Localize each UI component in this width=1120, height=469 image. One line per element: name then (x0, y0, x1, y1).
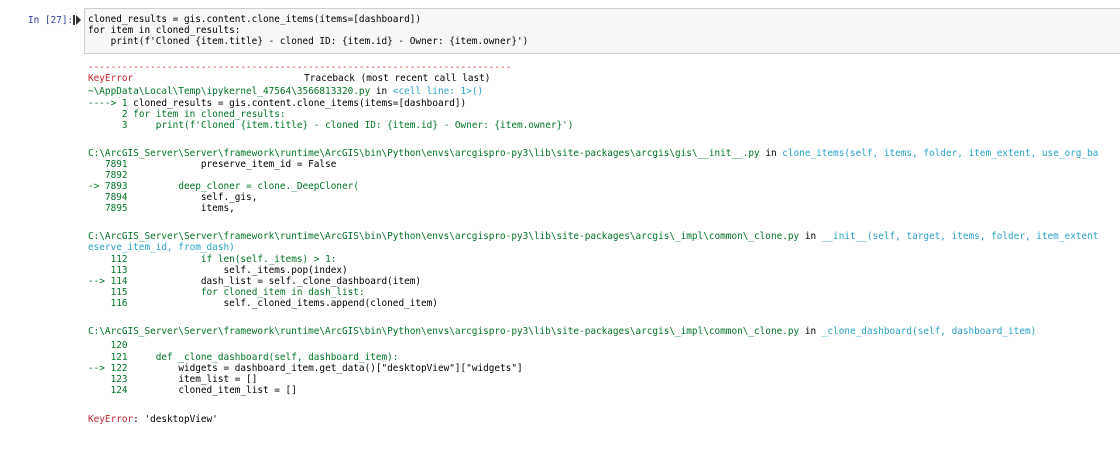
frame-func-cont: eserve_item_id, from_dash) (88, 242, 235, 253)
line-number: 121 (110, 352, 128, 363)
frame-file: C:\ArcGIS_Server\Server\framework\runtim… (88, 148, 760, 159)
frame-location: C:\ArcGIS_Server\Server\framework\runtim… (88, 326, 1036, 337)
frame-location-cont: eserve_item_id, from_dash) (88, 242, 235, 253)
line-marker: --> (88, 363, 111, 374)
line-marker (88, 203, 105, 214)
error-message: : 'desktopView' (133, 414, 218, 425)
frame-line: 120 (88, 340, 128, 351)
frame-location: C:\ArcGIS_Server\Server\framework\runtim… (88, 148, 1098, 159)
frame-line: 3 print(f'Cloned {item.title} - cloned I… (88, 120, 574, 131)
frame-func: __init__(self, target, items, folder, it… (821, 231, 1099, 242)
line-number: 7891 (104, 159, 128, 170)
line-code: if len(self._items) > 1: (127, 254, 337, 265)
line-number: 7895 (104, 203, 128, 214)
line-number: 124 (110, 385, 128, 396)
frame-in: in (370, 86, 393, 97)
run-indicator-icon (73, 15, 81, 25)
frame-location: C:\ArcGIS_Server\Server\framework\runtim… (88, 231, 1098, 242)
line-marker (88, 298, 111, 309)
line-marker (88, 109, 122, 120)
traceback-label: Traceback (most recent call last) (304, 73, 491, 84)
frame-line: --> 114 dash_list = self._clone_dashboar… (88, 276, 421, 287)
traceback-separator: ----------------------------------------… (88, 62, 512, 73)
line-marker: --> (88, 276, 111, 287)
frame-line: 7891 preserve_item_id = False (88, 159, 336, 170)
line-code: preserve_item_id = False (127, 159, 337, 170)
frame-line: --> 122 widgets = dashboard_item.get_dat… (88, 363, 523, 374)
frame-in: in (799, 231, 822, 242)
frame-line: 121 def _clone_dashboard(self, dashboard… (88, 352, 399, 363)
line-marker (88, 254, 111, 265)
line-marker (88, 192, 105, 203)
line-number: 115 (110, 287, 128, 298)
frame-line: 116 self._cloned_items.append(cloned_ite… (88, 298, 438, 309)
frame-line: 115 for cloned_item in dash_list: (88, 287, 365, 298)
error-name: KeyError (88, 414, 134, 425)
frame-line: 112 if len(self._items) > 1: (88, 254, 337, 265)
line-code: def _clone_dashboard(self, dashboard_ite… (127, 352, 399, 363)
line-number: 120 (110, 340, 128, 351)
code-line[interactable]: for item in cloned_results: (88, 25, 240, 36)
line-code: item_list = [] (127, 374, 258, 385)
line-code: items, (127, 203, 235, 214)
line-code: dash_list = self._clone_dashboard(item) (127, 276, 422, 287)
line-number: 7892 (104, 170, 128, 181)
frame-func: <cell line: 1>() (392, 86, 484, 97)
final-error: KeyError: 'desktopView' (88, 414, 218, 425)
frame-func: _clone_dashboard(self, dashboard_item) (821, 326, 1037, 337)
frame-func: clone_items(self, items, folder, item_ex… (782, 148, 1099, 159)
frame-file: C:\ArcGIS_Server\Server\framework\runtim… (88, 326, 800, 337)
code-line[interactable]: cloned_results = gis.content.clone_items… (88, 14, 421, 25)
line-marker (88, 385, 111, 396)
line-number: 7894 (104, 192, 128, 203)
frame-line: 7892 (88, 170, 128, 181)
frame-line: 7894 self._gis, (88, 192, 257, 203)
line-code: deep_cloner = clone._DeepCloner( (127, 181, 359, 192)
code-line[interactable]: print(f'Cloned {item.title} - cloned ID:… (88, 36, 529, 47)
line-marker (88, 170, 105, 181)
line-marker (88, 120, 122, 131)
frame-line: ----> 1 cloned_results = gis.content.clo… (88, 98, 466, 109)
line-code: for item in cloned_results: (127, 109, 286, 120)
frame-file: ~\AppData\Local\Temp\ipykernel_47564\356… (88, 86, 371, 97)
line-code: print(f'Cloned {item.title} - cloned ID:… (127, 120, 574, 131)
line-marker (88, 352, 111, 363)
line-number: 7893 (104, 181, 128, 192)
frame-in: in (799, 326, 822, 337)
frame-line: 113 self._items.pop(index) (88, 265, 348, 276)
frame-line: 124 cloned_item_list = [] (88, 385, 297, 396)
line-code: widgets = dashboard_item.get_data()["des… (127, 363, 523, 374)
line-number: 112 (110, 254, 128, 265)
frame-line: -> 7893 deep_cloner = clone._DeepCloner( (88, 181, 359, 192)
line-marker (88, 374, 111, 385)
line-number: 114 (110, 276, 128, 287)
line-code: self._items.pop(index) (127, 265, 348, 276)
line-marker (88, 287, 111, 298)
frame-file: C:\ArcGIS_Server\Server\framework\runtim… (88, 231, 800, 242)
frame-line: 2 for item in cloned_results: (88, 109, 286, 120)
line-code: for cloned_item in dash_list: (127, 287, 365, 298)
traceback-header: KeyError Traceback (most recent call last… (88, 73, 490, 84)
line-code: self._gis, (127, 192, 258, 203)
line-marker (88, 159, 105, 170)
cell-prompt: In [27]: (28, 15, 74, 26)
frame-line: 123 item_list = [] (88, 374, 258, 385)
line-number: 123 (110, 374, 128, 385)
line-marker: -> (88, 181, 105, 192)
line-number: 113 (110, 265, 128, 276)
frame-line: 7895 items, (88, 203, 235, 214)
frame-location: ~\AppData\Local\Temp\ipykernel_47564\356… (88, 86, 483, 97)
line-marker: ----> (88, 98, 122, 109)
line-code: cloned_item_list = [] (127, 385, 297, 396)
line-code: cloned_results = gis.content.clone_items… (127, 98, 467, 109)
line-marker (88, 265, 111, 276)
line-number: 122 (110, 363, 128, 374)
line-number: 116 (110, 298, 128, 309)
line-code: self._cloned_items.append(cloned_item) (127, 298, 438, 309)
error-name: KeyError (88, 73, 134, 84)
line-marker (88, 340, 111, 351)
frame-in: in (759, 148, 783, 159)
